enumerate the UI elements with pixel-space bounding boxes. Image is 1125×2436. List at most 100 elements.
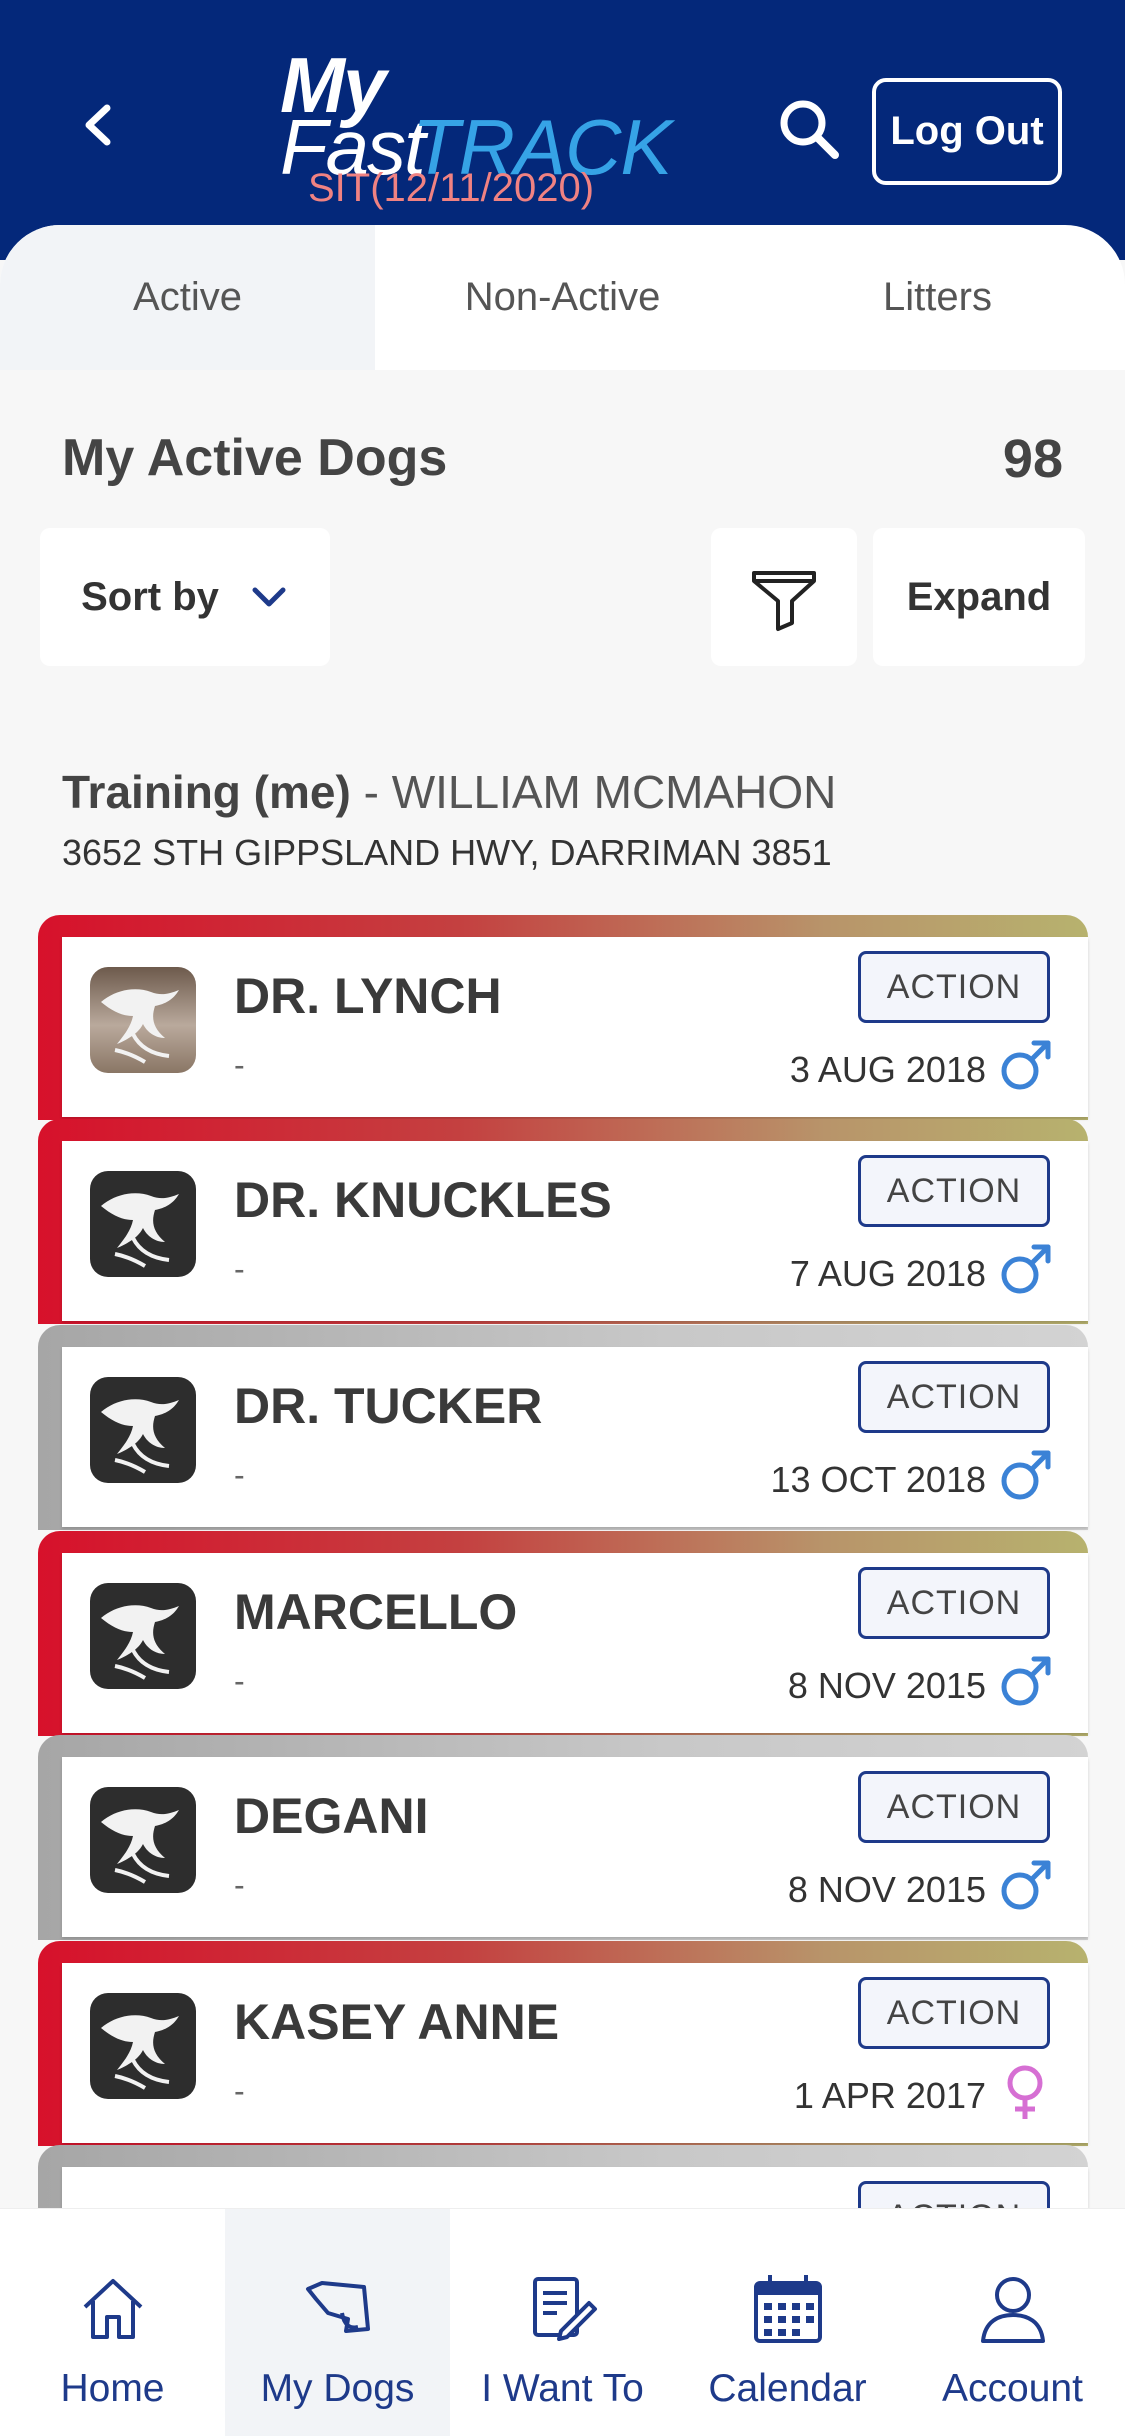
page-title: My Active Dogs <box>62 429 448 487</box>
trainer-address: 3652 STH GIPPSLAND HWY, DARRIMAN 3851 <box>62 832 832 873</box>
dog-name: DR. TUCKER <box>234 1378 543 1434</box>
tab-litters[interactable]: Litters <box>750 225 1125 370</box>
nav-i-want-to-label: I Want To <box>481 2367 644 2410</box>
dog-name: MARCELLO <box>234 1584 518 1640</box>
nav-account[interactable]: Account <box>900 2209 1125 2436</box>
dog-subtitle: - <box>234 2073 245 2109</box>
action-button[interactable]: ACTION <box>858 951 1050 1023</box>
calendar-icon <box>753 2275 822 2343</box>
trainer-name: WILLIAM MCMAHON <box>391 766 837 818</box>
dog-sex <box>996 1653 1054 1711</box>
nav-account-label: Account <box>942 2367 1083 2410</box>
dog-card[interactable]: KASEY ANNE - 1 APR 2017 ACTION <box>38 1941 1088 2146</box>
dog-date-of-birth: 8 NOV 2015 <box>787 1665 986 1706</box>
sort-by-dropdown[interactable]: Sort by <box>40 528 330 666</box>
dog-avatar <box>90 1171 196 1277</box>
dog-card-body[interactable]: DR. LYNCH - 3 AUG 2018 ACTION <box>62 937 1088 1117</box>
trainer-separator: - <box>350 766 392 818</box>
dog-sex <box>996 1037 1054 1095</box>
dog-subtitle: - <box>234 1663 245 1699</box>
action-button[interactable]: ACTION <box>858 1977 1050 2049</box>
action-button[interactable]: ACTION <box>858 1771 1050 1843</box>
female-icon <box>1007 2065 1043 2119</box>
dog-card[interactable]: MARCELLO - 8 NOV 2015 ACTION <box>38 1531 1088 1736</box>
edit-document-icon <box>532 2277 597 2341</box>
nav-my-dogs[interactable]: My Dogs <box>225 2209 450 2436</box>
action-button[interactable]: ACTION <box>858 1155 1050 1227</box>
expand-button[interactable]: Expand <box>873 528 1085 666</box>
dog-name: DR. KNUCKLES <box>234 1172 612 1228</box>
dog-card[interactable]: DR. KNUCKLES - 7 AUG 2018 ACTION <box>38 1119 1088 1324</box>
dog-status-tabs: Active Non-Active Litters <box>0 225 1125 370</box>
trainer-heading: Training (me) - WILLIAM MCMAHON <box>62 765 836 819</box>
nav-my-dogs-label: My Dogs <box>260 2367 415 2410</box>
dog-card-body[interactable]: DEGANI - 8 NOV 2015 ACTION <box>62 1757 1088 1937</box>
male-icon <box>1001 1656 1051 1706</box>
sort-by-label: Sort by <box>81 574 219 619</box>
dog-date-of-birth: 7 AUG 2018 <box>789 1253 986 1294</box>
dog-date-of-birth: 3 AUG 2018 <box>789 1049 986 1090</box>
tab-non-active[interactable]: Non-Active <box>375 225 750 370</box>
dog-card[interactable]: DR. TUCKER - 13 OCT 2018 ACTION <box>38 1325 1088 1530</box>
chevron-left-icon <box>85 104 111 146</box>
logout-button[interactable]: Log Out <box>872 78 1062 185</box>
bottom-nav: Home My Dogs I Want To Calendar Account <box>0 2208 1125 2436</box>
dog-subtitle: - <box>234 1047 245 1083</box>
male-icon <box>1001 1450 1051 1500</box>
male-icon <box>1001 1040 1051 1090</box>
dog-subtitle: - <box>234 1867 245 1903</box>
dog-card-body[interactable]: DR. TUCKER - 13 OCT 2018 ACTION <box>62 1347 1088 1527</box>
male-icon <box>1001 1244 1051 1294</box>
app-header: My Fast TRACK SIT(12/11/2020) Log Out <box>0 0 1125 260</box>
dog-avatar <box>90 967 196 1073</box>
dog-date-of-birth: 1 APR 2017 <box>793 2075 986 2116</box>
dog-avatar <box>90 1787 196 1893</box>
dog-name: DEGANI <box>234 1788 429 1844</box>
dog-card-body[interactable]: KASEY ANNE - 1 APR 2017 ACTION <box>62 1963 1088 2143</box>
search-icon <box>780 100 839 159</box>
tab-active[interactable]: Active <box>0 225 375 370</box>
dog-name: DR. LYNCH <box>234 968 502 1024</box>
dog-icon <box>305 2281 370 2333</box>
nav-calendar[interactable]: Calendar <box>675 2209 900 2436</box>
home-icon <box>83 2279 142 2339</box>
dog-date-of-birth: 8 NOV 2015 <box>787 1869 986 1910</box>
greyhound-icon <box>101 989 179 1064</box>
dog-card-body[interactable]: MARCELLO - 8 NOV 2015 ACTION <box>62 1553 1088 1733</box>
nav-calendar-label: Calendar <box>708 2367 867 2410</box>
back-button[interactable] <box>62 90 132 160</box>
trainer-label: Training (me) <box>62 766 351 818</box>
dog-sex <box>996 2063 1054 2121</box>
dog-subtitle: - <box>234 1251 245 1287</box>
filter-button[interactable] <box>711 528 857 666</box>
dog-avatar <box>90 1583 196 1689</box>
dog-sex <box>996 1241 1054 1299</box>
dog-sex <box>996 1447 1054 1505</box>
action-button[interactable]: ACTION <box>858 1361 1050 1433</box>
dog-card-body[interactable]: DR. KNUCKLES - 7 AUG 2018 ACTION <box>62 1141 1088 1321</box>
dog-sex <box>996 1857 1054 1915</box>
nav-home[interactable]: Home <box>0 2209 225 2436</box>
my-dogs-screen: My Fast TRACK SIT(12/11/2020) Log Out Ac… <box>0 0 1125 2436</box>
search-button[interactable] <box>775 95 845 165</box>
dog-card[interactable]: DR. LYNCH - 3 AUG 2018 ACTION <box>38 915 1088 1120</box>
dog-avatar <box>90 1993 196 2099</box>
chevron-down-icon <box>252 587 286 607</box>
greyhound-icon <box>101 1193 179 1268</box>
dog-date-of-birth: 13 OCT 2018 <box>770 1459 986 1500</box>
action-button[interactable]: ACTION <box>858 1567 1050 1639</box>
dog-name: KASEY ANNE <box>234 1994 560 2050</box>
dog-card[interactable]: DEGANI - 8 NOV 2015 ACTION <box>38 1735 1088 1940</box>
greyhound-icon <box>101 2015 179 2090</box>
nav-i-want-to[interactable]: I Want To <box>450 2209 675 2436</box>
account-icon <box>980 2277 1045 2343</box>
dog-count: 98 <box>1002 429 1063 489</box>
filter-icon <box>752 571 816 631</box>
nav-home-label: Home <box>60 2367 165 2410</box>
greyhound-icon <box>101 1605 179 1680</box>
dog-avatar <box>90 1377 196 1483</box>
myfasttrack-logo: My Fast TRACK SIT(12/11/2020) <box>270 40 672 220</box>
greyhound-icon <box>101 1399 179 1474</box>
male-icon <box>1001 1860 1051 1910</box>
greyhound-icon <box>101 1809 179 1884</box>
